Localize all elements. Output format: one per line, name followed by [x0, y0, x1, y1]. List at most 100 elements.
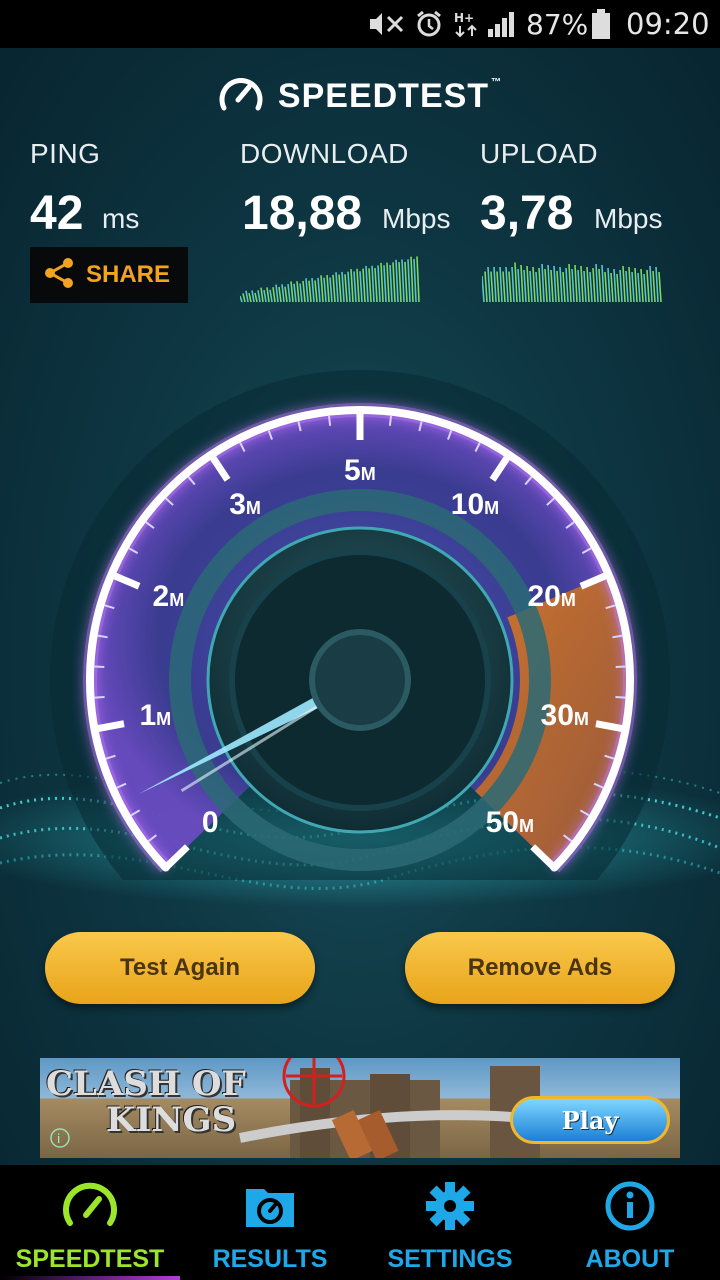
sparkline-bar [254, 292, 258, 303]
sparkline-bar [610, 272, 614, 303]
sparkline-bar [386, 262, 390, 303]
sparkline-bar [407, 259, 411, 303]
trademark: ™ [491, 76, 503, 88]
nav-speedtest-label: SPEEDTEST [15, 1245, 165, 1273]
sparkline-bar [613, 268, 617, 303]
sparkline-bar [404, 261, 408, 303]
sparkline-bar [562, 271, 566, 303]
hplus-data-icon: H+ [452, 0, 482, 48]
sparkline-bar [625, 270, 629, 303]
sparkline-bar [589, 271, 593, 303]
sparkline-bar [347, 271, 351, 303]
sparkline-bar [568, 263, 572, 303]
sparkline-bar [281, 284, 285, 303]
sparkline-bar [592, 267, 596, 303]
sparkline-bar [607, 267, 611, 303]
download-sparkline [240, 256, 420, 303]
sparkline-bar [392, 262, 396, 303]
sparkline-bar [538, 267, 542, 303]
sparkline-bar [532, 266, 536, 303]
gauge-dial [50, 370, 670, 880]
download-unit: Mbps [382, 203, 451, 234]
sparkline-bar [266, 287, 270, 303]
share-button[interactable]: SHARE [30, 247, 188, 303]
ping-unit: ms [102, 203, 140, 234]
sparkline-bar [499, 266, 503, 303]
sparkline-bar [523, 269, 527, 303]
test-again-button[interactable]: Test Again [45, 932, 315, 1004]
ad-banner[interactable]: i CLASH OF KINGS Play [40, 1058, 680, 1158]
gauge-tick-label: 1M [139, 699, 172, 733]
sparkline-bar [326, 274, 330, 303]
gauge-tick-label: 5M [344, 453, 376, 487]
sparkline-bar [511, 266, 515, 303]
sparkline-bar [272, 287, 276, 303]
nav-results-label: RESULTS [212, 1245, 328, 1273]
nav-speedtest[interactable]: SPEEDTEST [0, 1165, 180, 1280]
nav-results[interactable]: RESULTS [180, 1165, 360, 1280]
sparkline-bar [517, 268, 521, 303]
sparkline-bar [353, 271, 357, 303]
sparkline-bar [482, 275, 485, 303]
sparkline-bar [296, 281, 300, 303]
sparkline-bar [293, 283, 297, 303]
sparkline-bar [284, 286, 288, 303]
sparkline-bar [350, 269, 354, 303]
sparkline-bar [634, 267, 638, 303]
ping-label: PING [30, 138, 101, 169]
ping-value: 42 [30, 187, 84, 240]
gauge-minor-tick [327, 415, 332, 426]
sparkline-bar [308, 280, 312, 303]
sparkline-bar [329, 277, 333, 303]
gauge-minor-tick [615, 695, 626, 699]
sparkline-bar [541, 263, 545, 303]
sparkline-bar [616, 273, 620, 303]
nav-about[interactable]: ABOUT [540, 1165, 720, 1280]
sparkline-bar [305, 278, 309, 303]
battery-icon [590, 0, 612, 48]
sparkline-bar [398, 262, 402, 303]
sparkline-bar [529, 270, 533, 303]
sparkline-bar [505, 266, 509, 303]
bottom-nav: SPEEDTEST RESULTS SETTINGS ABOUT [0, 1165, 720, 1280]
sparkline-bar [248, 292, 252, 303]
sparkline-bar [260, 287, 264, 303]
active-tab-indicator [0, 1276, 180, 1280]
sparkline-bar [526, 265, 530, 303]
alarm-icon [414, 0, 444, 48]
battery-percent: 87% [526, 7, 589, 41]
sparkline-bar [242, 293, 246, 303]
sparkline-bar [631, 271, 635, 303]
info-icon [602, 1181, 658, 1236]
sparkline-bar [275, 284, 279, 303]
sparkline-bar [547, 264, 551, 303]
sparkline-bar [595, 263, 599, 303]
signal-icon [486, 0, 518, 48]
sparkline-bar [251, 290, 255, 303]
sparkline-bar [544, 268, 548, 303]
remove-ads-button[interactable]: Remove Ads [405, 932, 675, 1004]
nav-settings-label: SETTINGS [387, 1245, 513, 1273]
sparkline-bar [628, 266, 632, 303]
sparkline-bar [655, 266, 659, 303]
sparkline-bar [323, 277, 327, 303]
sparkline-bar [368, 268, 372, 303]
sparkline-bar [577, 269, 581, 303]
sparkline-bar [395, 259, 399, 303]
ad-title-line2: KINGS [106, 1100, 237, 1140]
sparkline-bar [359, 271, 363, 303]
sparkline-bar [389, 264, 393, 303]
nav-settings[interactable]: SETTINGS [360, 1165, 540, 1280]
ad-play-button[interactable]: Play [510, 1096, 670, 1144]
sparkline-bar [598, 268, 602, 303]
download-label: DOWNLOAD [240, 138, 409, 169]
svg-text:H+: H+ [454, 11, 474, 25]
sparkline-bar [245, 290, 249, 303]
status-bar: H+ 87% 09:20 [0, 0, 720, 48]
gauge-tick-label: 2M [152, 580, 185, 614]
gauge-tick-label: 10M [450, 488, 500, 522]
speedtest-logo: SPEEDTEST ™ [0, 72, 720, 120]
sparkline-bar [586, 266, 590, 303]
gauge-tick-label: 0 [201, 805, 219, 839]
gauge-tick-label: 50M [485, 805, 534, 839]
